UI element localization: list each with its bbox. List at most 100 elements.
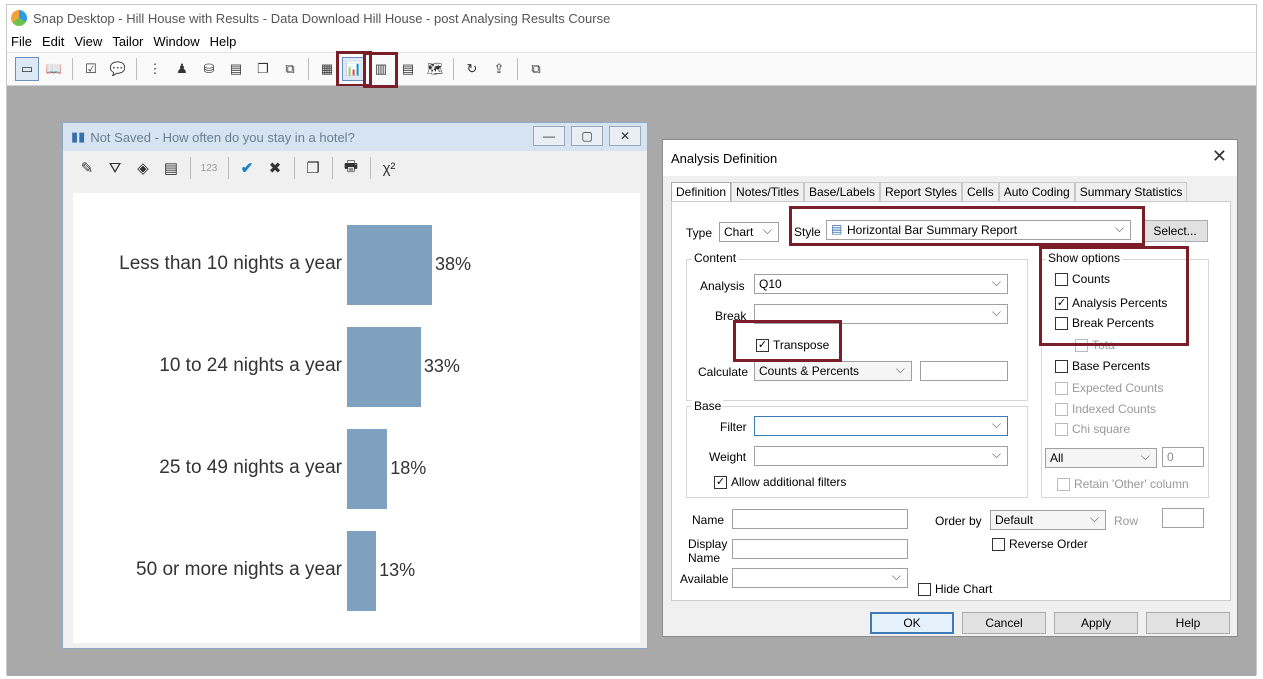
chi-square-checkbox[interactable]: Chi square [1055,422,1130,436]
open-book-icon[interactable]: 📖 [42,57,66,81]
category-label: 10 to 24 nights a year [159,355,342,376]
retain-other-checkbox[interactable]: Retain 'Other' column [1057,477,1189,491]
menu-window[interactable]: Window [153,34,199,49]
table-icon[interactable]: ▦ [315,57,339,81]
maximize-button[interactable]: ▢ [571,126,603,146]
new-document-icon[interactable]: ▭ [15,57,39,81]
filter-select[interactable] [754,416,1008,436]
tab-notes-titles[interactable]: Notes/Titles [731,182,804,202]
indexed-counts-label: Indexed Counts [1072,402,1157,416]
tab-cells[interactable]: Cells [962,182,999,202]
hide-chart-label: Hide Chart [935,582,993,596]
upload-icon[interactable]: ⇪ [487,57,511,81]
name-label: Name [692,513,725,527]
order-by-select[interactable]: Default [990,510,1106,530]
report-icon[interactable]: ▥ [369,57,393,81]
routing-icon[interactable]: ⋮ [143,57,167,81]
properties-icon[interactable]: ✎ [75,156,99,180]
tab-summary-statistics[interactable]: Summary Statistics [1074,182,1188,202]
tab-auto-coding[interactable]: Auto Coding [998,182,1075,202]
accept-icon[interactable]: ✔ [235,156,259,180]
expected-counts-checkbox[interactable]: Expected Counts [1055,381,1163,395]
chi-square-icon[interactable]: χ² [377,156,401,180]
tab-base-labels[interactable]: Base/Labels [803,182,880,202]
name-input[interactable] [732,509,908,529]
value-label: 33% [423,356,460,376]
menu-view[interactable]: View [74,34,102,49]
help-button[interactable]: Help [1146,612,1230,634]
calculate-label: Calculate [698,365,749,379]
text-report-icon[interactable]: ▤ [396,57,420,81]
style-label: Style [794,225,821,239]
database-icon[interactable]: ⛁ [197,57,221,81]
cancel-button[interactable]: Cancel [962,612,1046,634]
analysis-select[interactable]: Q10 [754,274,1008,294]
value-label: 13% [379,560,416,580]
spin-input[interactable]: 0 [1162,447,1204,467]
calculate-extra-input[interactable] [920,361,1008,381]
allow-additional-filters-checkbox[interactable]: ✓ Allow additional filters [714,475,846,489]
refresh-icon[interactable]: ↻ [460,57,484,81]
total-checkbox[interactable]: Tota [1075,338,1115,352]
break-select[interactable] [754,304,1008,324]
number-format-icon[interactable]: 123 [197,156,221,180]
person-icon[interactable]: ♟ [170,57,194,81]
menu-tailor[interactable]: Tailor [112,34,143,49]
fill-color-icon[interactable]: ◈ [131,156,155,180]
copy-pages-icon[interactable]: ❐ [251,57,275,81]
menu-help[interactable]: Help [210,34,237,49]
available-select[interactable] [732,568,908,588]
minimize-button[interactable]: — [533,126,565,146]
transpose-checkbox[interactable]: ✓ Transpose [756,338,829,352]
duplicate-icon[interactable]: ⧉ [278,57,302,81]
menu-edit[interactable]: Edit [42,34,64,49]
weight-select[interactable] [754,446,1008,466]
filter-icon[interactable]: ⛛ [103,156,127,180]
content-group-title: Content [692,251,739,265]
map-icon[interactable]: 🗺 [423,57,447,81]
tab-definition[interactable]: Definition [671,182,732,202]
chart-window-titlebar: ▮▮ Not Saved - How often do you stay in … [63,123,647,151]
break-percents-checkbox[interactable]: Break Percents [1055,316,1154,330]
display-name-input[interactable] [732,539,908,559]
base-percents-checkbox[interactable]: Base Percents [1055,359,1150,373]
close-button[interactable]: ✕ [609,126,641,146]
dialog-close-icon[interactable]: ✕ [1212,146,1227,167]
row-input[interactable] [1162,508,1204,528]
analysis-percents-checkbox[interactable]: ✓ Analysis Percents [1055,296,1167,310]
chi-square-label: Chi square [1072,422,1131,436]
print-icon[interactable]: 🖶 [339,156,363,180]
cancel-icon[interactable]: ✖ [263,156,287,180]
menu-file[interactable]: File [11,34,32,49]
comment-icon[interactable]: 💬 [106,57,130,81]
ok-button[interactable]: OK [870,612,954,634]
chart-area: Less than 10 nights a year 38% 10 to 24 ni… [73,193,640,643]
weight-label: Weight [709,450,747,464]
app-titlebar: Snap Desktop - Hill House with Results -… [7,5,1256,31]
form-icon[interactable]: ▤ [224,57,248,81]
counts-checkbox[interactable]: Counts [1055,272,1110,286]
apply-button[interactable]: Apply [1054,612,1138,634]
style-select[interactable]: ▤ Horizontal Bar Summary Report [826,220,1131,240]
calculate-select[interactable]: Counts & Percents [754,361,912,381]
analysis-label: Analysis [700,279,745,293]
hide-chart-checkbox[interactable]: Hide Chart [918,582,992,596]
chart-icon: ▮▮ [71,129,86,144]
definition-panel: Type Chart Style ▤ Horizontal Bar Summar… [671,201,1231,601]
all-select[interactable]: All [1045,448,1157,468]
allow-filters-check-icon: ✓ [714,475,727,489]
type-select[interactable]: Chart [719,222,779,242]
copy-icon[interactable]: ❐ [301,156,325,180]
chart-window: ▮▮ Not Saved - How often do you stay in … [62,122,648,649]
windows-icon[interactable]: ⧉ [524,57,548,81]
tab-report-styles[interactable]: Report Styles [879,182,963,202]
notes-icon[interactable]: ▤ [159,156,183,180]
indexed-counts-checkbox[interactable]: Indexed Counts [1055,402,1156,416]
main-toolbar: ▭ 📖 ☑ 💬 ⋮ ♟ ⛁ ▤ ❐ ⧉ ▦ 📊 ▥ ▤ 🗺 ↻ ⇪ ⧉ [7,51,1256,87]
reverse-order-checkbox[interactable]: Reverse Order [992,537,1088,551]
questionnaire-icon[interactable]: ☑ [79,57,103,81]
dialog-tabs: Definition Notes/Titles Base/Labels Repo… [671,182,1188,202]
bar-chart-icon[interactable]: 📊 [336,51,372,87]
allow-filters-label: Allow additional filters [731,475,847,489]
select-button[interactable]: Select... [1142,220,1208,242]
